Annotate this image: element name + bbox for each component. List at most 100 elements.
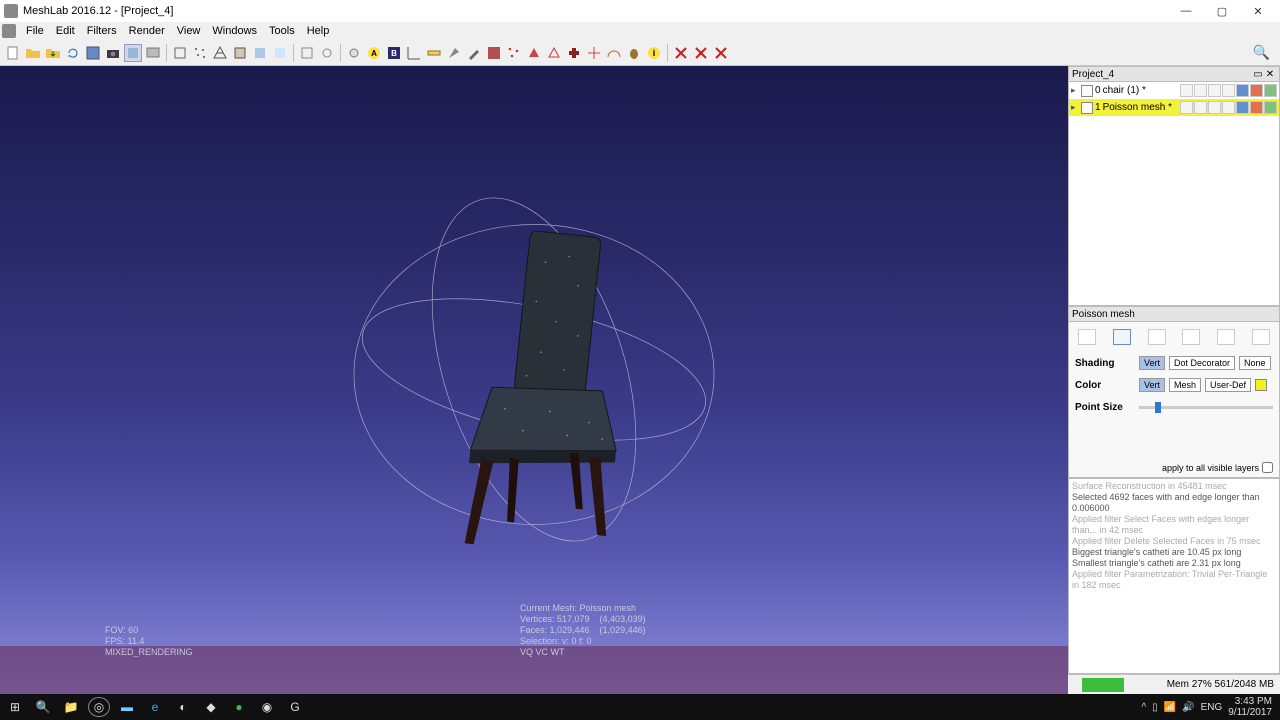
sel-conn-button[interactable]	[545, 44, 563, 62]
import-mesh-button[interactable]	[44, 44, 62, 62]
color-mesh[interactable]: Mesh	[1169, 378, 1201, 392]
menu-view[interactable]: View	[171, 25, 207, 37]
wechat-icon[interactable]: ●	[228, 697, 250, 717]
arc3d-button[interactable]	[605, 44, 623, 62]
visibility-toggle[interactable]	[1081, 102, 1093, 114]
visibility-toggle[interactable]	[1081, 85, 1093, 97]
search-taskbar-icon[interactable]: 🔍	[32, 697, 54, 717]
smooth-button[interactable]	[251, 44, 269, 62]
start-button[interactable]: ⊞	[4, 697, 26, 717]
del-face-button[interactable]	[672, 44, 690, 62]
raster-button[interactable]	[144, 44, 162, 62]
layer-row[interactable]: ▸ 1 Poisson mesh *	[1069, 99, 1279, 116]
layers-panel-title: Project_4	[1072, 69, 1114, 80]
memory-readout: Mem 27% 561/2048 MB	[1167, 679, 1274, 690]
pointsize-label: Point Size	[1075, 402, 1135, 413]
panel-undock-icon[interactable]: ▭	[1252, 68, 1264, 80]
shading-dot[interactable]: Dot Decorator	[1169, 356, 1235, 370]
export-mesh-button[interactable]	[84, 44, 102, 62]
mode-smooth-icon[interactable]	[1217, 329, 1235, 345]
edge-icon[interactable]: e	[144, 697, 166, 717]
unity-icon[interactable]: ◆	[200, 697, 222, 717]
obs-icon[interactable]: ◉	[256, 697, 278, 717]
windows-taskbar[interactable]: ⊞ 🔍 📁 ◎ ▬ e ◐ ◆ ● ◉ G ^ ▯ 📶 🔊 ENG 3:43 P…	[0, 694, 1280, 720]
color-swatch[interactable]	[1255, 379, 1267, 391]
layer-mode-icons[interactable]	[1180, 84, 1277, 97]
sel-face-button[interactable]	[525, 44, 543, 62]
del-vert-button[interactable]	[712, 44, 730, 62]
explorer-icon[interactable]: 📁	[60, 697, 82, 717]
layers-panel-header[interactable]: Project_4 ▭ ✕	[1068, 66, 1280, 82]
color-vert[interactable]: Vert	[1139, 378, 1165, 392]
bug-button[interactable]	[625, 44, 643, 62]
open-project-button[interactable]	[24, 44, 42, 62]
menu-file[interactable]: File	[20, 25, 50, 37]
mode-flat-icon[interactable]	[1182, 329, 1200, 345]
layer-mode-icons[interactable]	[1180, 101, 1277, 114]
color-user[interactable]: User-Def	[1205, 378, 1251, 392]
reload-button[interactable]	[64, 44, 82, 62]
mode-tex-icon[interactable]	[1252, 329, 1270, 345]
layers-button[interactable]	[124, 44, 142, 62]
align-button[interactable]	[585, 44, 603, 62]
menu-tools[interactable]: Tools	[263, 25, 301, 37]
panel-close-icon[interactable]: ✕	[1264, 68, 1276, 80]
search-icon[interactable]: 🔍	[1253, 44, 1276, 61]
viewport-3d[interactable]: FOV: 60 FPS: 11.4 MIXED_RENDERING Curren…	[0, 66, 1068, 694]
log-line: Smallest triangle's catheti are 2.31 px …	[1072, 558, 1276, 569]
selection-vertex-button[interactable]	[318, 44, 336, 62]
tray-lang[interactable]: ENG	[1201, 702, 1223, 713]
chrome-icon[interactable]: ◐	[172, 697, 194, 717]
log-line: Biggest triangle's catheti are 10.45 px …	[1072, 547, 1276, 558]
minimize-button[interactable]: —	[1168, 0, 1204, 22]
points-button[interactable]	[191, 44, 209, 62]
task-app-icon[interactable]: G	[284, 697, 306, 717]
a-button[interactable]: A	[365, 44, 383, 62]
photo-button[interactable]	[485, 44, 503, 62]
mode-points-icon[interactable]	[1113, 329, 1131, 345]
new-project-button[interactable]	[4, 44, 22, 62]
light-button[interactable]	[345, 44, 363, 62]
menu-help[interactable]: Help	[301, 25, 336, 37]
layer-name: Poisson mesh *	[1103, 102, 1178, 113]
info-button[interactable]: i	[645, 44, 663, 62]
shading-none[interactable]: None	[1239, 356, 1271, 370]
tray-volume-icon[interactable]: 🔊	[1182, 702, 1194, 713]
tray-chevron-icon[interactable]: ^	[1141, 702, 1146, 713]
expand-icon[interactable]: ▸	[1071, 102, 1079, 113]
expand-icon[interactable]: ▸	[1071, 85, 1079, 96]
apply-all-checkbox[interactable]	[1262, 462, 1273, 473]
layer-index: 1	[1095, 102, 1101, 113]
pick-button[interactable]	[445, 44, 463, 62]
del-facevert-button[interactable]	[692, 44, 710, 62]
menu-windows[interactable]: Windows	[206, 25, 263, 37]
close-button[interactable]: ✕	[1240, 0, 1276, 22]
menu-render[interactable]: Render	[123, 25, 171, 37]
task-app-icon[interactable]: ◎	[88, 697, 110, 717]
layer-row[interactable]: ▸ 0 chair (1) *	[1069, 82, 1279, 99]
log-panel[interactable]: Surface Reconstruction in 45481 msecSele…	[1068, 478, 1280, 674]
mode-wire-icon[interactable]	[1148, 329, 1166, 345]
bg-grid-button[interactable]	[271, 44, 289, 62]
paint-button[interactable]	[465, 44, 483, 62]
flat-lines-button[interactable]	[231, 44, 249, 62]
mode-bbox-icon[interactable]	[1078, 329, 1096, 345]
maximize-button[interactable]: ▢	[1204, 0, 1240, 22]
selection-face-button[interactable]	[298, 44, 316, 62]
task-app-icon[interactable]: ▬	[116, 697, 138, 717]
axes-button[interactable]	[405, 44, 423, 62]
sel-vert-button[interactable]	[505, 44, 523, 62]
plugin-button[interactable]	[565, 44, 583, 62]
tray-clock[interactable]: 3:43 PM 9/11/2017	[1228, 696, 1276, 718]
menu-edit[interactable]: Edit	[50, 25, 81, 37]
measure-button[interactable]	[425, 44, 443, 62]
snapshot-button[interactable]	[104, 44, 122, 62]
shading-vert[interactable]: Vert	[1139, 356, 1165, 370]
tray-battery-icon[interactable]: ▯	[1152, 702, 1158, 713]
tray-wifi-icon[interactable]: 📶	[1164, 702, 1176, 713]
bbox-button[interactable]	[171, 44, 189, 62]
menu-filters[interactable]: Filters	[81, 25, 123, 37]
pointsize-slider[interactable]	[1139, 400, 1273, 414]
wireframe-button[interactable]	[211, 44, 229, 62]
b-button[interactable]: B	[385, 44, 403, 62]
